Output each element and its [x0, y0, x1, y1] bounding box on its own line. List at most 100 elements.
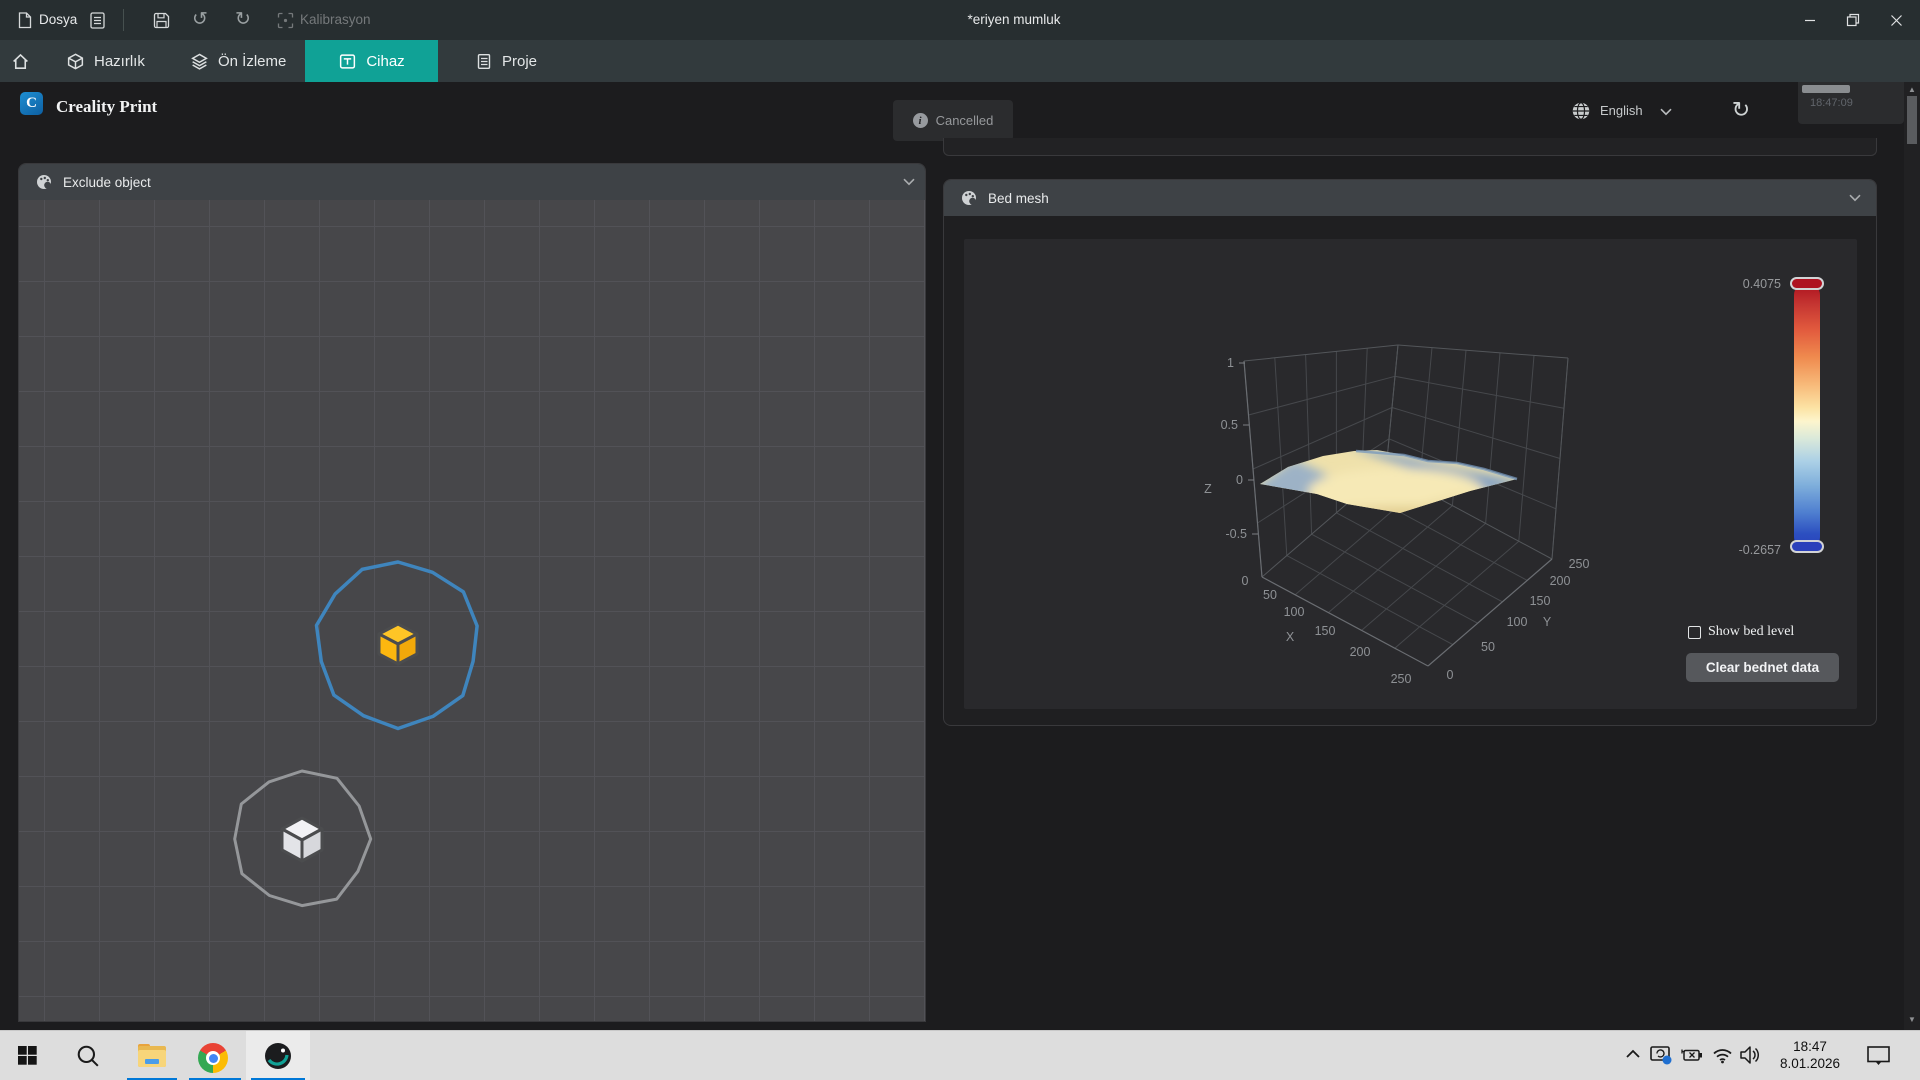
- windows-taskbar: 18:47 8.01.2026: [0, 1030, 1920, 1080]
- svg-text:150: 150: [1530, 594, 1551, 608]
- document-title: *eriyen mumluk: [967, 0, 1060, 40]
- tab-proje[interactable]: Proje: [475, 40, 537, 82]
- tray-speaker-icon[interactable]: [1739, 1045, 1761, 1065]
- search-icon[interactable]: [76, 1044, 100, 1068]
- globe-icon: [1571, 101, 1591, 121]
- taskbar-clock[interactable]: 18:47 8.01.2026: [1770, 1035, 1850, 1077]
- redo-icon[interactable]: ↻: [228, 0, 258, 40]
- chrome-icon[interactable]: [198, 1043, 228, 1073]
- svg-text:150: 150: [1315, 624, 1336, 638]
- tab-label: Hazırlık: [94, 53, 145, 70]
- panel-title: Bed mesh: [988, 191, 1049, 206]
- colorbar-max-label: 0.4075: [1701, 277, 1781, 291]
- info-icon: i: [913, 113, 928, 128]
- taskbar-time: 18:47: [1770, 1038, 1850, 1055]
- svg-text:200: 200: [1350, 645, 1371, 659]
- log-scroll-thumb: [1802, 85, 1850, 93]
- colorbar-min-cap: [1790, 540, 1824, 553]
- palette-icon: [35, 173, 53, 191]
- svg-text:0: 0: [1242, 574, 1249, 588]
- log-panel-stub: 18:47:09: [1798, 82, 1904, 124]
- scroll-up-icon[interactable]: ▲: [1904, 85, 1920, 94]
- tray-display-sync-icon[interactable]: [1650, 1045, 1674, 1067]
- panel-title: Exclude object: [63, 175, 151, 190]
- object-marker[interactable]: [235, 771, 371, 906]
- chevron-down-icon[interactable]: [1849, 194, 1861, 202]
- tab-hazirlik[interactable]: Hazırlık: [66, 40, 145, 82]
- svg-text:200: 200: [1550, 574, 1571, 588]
- colorbar-max-cap: [1790, 277, 1824, 290]
- chevron-down-icon[interactable]: [903, 178, 915, 186]
- recent-list-icon[interactable]: [90, 12, 105, 29]
- show-bed-level-checkbox[interactable]: [1688, 626, 1701, 639]
- svg-text:250: 250: [1569, 557, 1590, 571]
- start-button-icon[interactable]: [18, 1046, 37, 1065]
- svg-text:X: X: [1286, 630, 1295, 644]
- action-center-icon[interactable]: [1867, 1046, 1891, 1066]
- tray-wifi-icon[interactable]: [1712, 1047, 1733, 1064]
- svg-text:0.5: 0.5: [1221, 418, 1238, 432]
- home-icon: [11, 52, 30, 71]
- clear-bednet-data-button[interactable]: Clear bednet data: [1686, 653, 1839, 682]
- show-bed-level-row: Show bed level: [1688, 624, 1794, 640]
- creality-print-icon: [264, 1042, 292, 1070]
- toast-message: Cancelled: [936, 113, 994, 128]
- calibration-icon: [277, 12, 294, 29]
- close-icon: [1890, 14, 1903, 27]
- vertical-scrollbar[interactable]: ▲ ▼: [1904, 82, 1920, 1030]
- object-marker-selected[interactable]: [317, 562, 478, 729]
- tab-home[interactable]: [11, 40, 30, 82]
- svg-text:0: 0: [1236, 473, 1243, 487]
- exclude-object-canvas: [19, 200, 925, 1021]
- language-selector[interactable]: English: [1600, 103, 1643, 118]
- refresh-icon[interactable]: ↻: [1726, 93, 1756, 127]
- minimize-icon: [1804, 14, 1816, 26]
- app-name: Creality Print: [56, 97, 157, 117]
- project-list-icon: [475, 52, 493, 71]
- tray-chevron-up-icon[interactable]: [1625, 1049, 1641, 1059]
- svg-text:250: 250: [1391, 672, 1412, 686]
- taskbar-date: 8.01.2026: [1770, 1055, 1850, 1072]
- restore-button[interactable]: [1830, 0, 1876, 40]
- app-window: Dosya ↺ ↻ Kalibrasyon *eriyen mumluk: [0, 0, 1920, 1080]
- surface-mesh: [1252, 445, 1526, 519]
- svg-text:Y: Y: [1543, 615, 1552, 629]
- printer-icon: [338, 52, 357, 71]
- tray-battery-icon[interactable]: [1681, 1048, 1704, 1063]
- close-button[interactable]: [1873, 0, 1919, 40]
- file-menu[interactable]: Dosya: [39, 0, 77, 40]
- scroll-down-icon[interactable]: ▼: [1904, 1015, 1920, 1024]
- log-time: 18:47:09: [1810, 97, 1853, 109]
- status-toast: i Cancelled: [893, 100, 1013, 141]
- main-tabbar: Hazırlık Ön İzleme Cihaz Proje: [0, 40, 1920, 82]
- bed-mesh-panel: Bed mesh: [943, 179, 1877, 726]
- build-plate-grid: [19, 200, 925, 1021]
- titlebar: Dosya ↺ ↻ Kalibrasyon *eriyen mumluk: [0, 0, 1920, 40]
- layers-icon: [190, 52, 209, 71]
- palette-icon: [960, 189, 978, 207]
- creality-taskbar-cell[interactable]: [246, 1031, 310, 1080]
- calibration-menu[interactable]: Kalibrasyon: [300, 0, 371, 40]
- svg-text:1: 1: [1227, 356, 1234, 370]
- minimize-button[interactable]: [1787, 0, 1833, 40]
- scrollbar-thumb[interactable]: [1907, 96, 1917, 144]
- chart-axis-labels: 10.50-0.5050100150200250050100150200250X…: [1204, 356, 1589, 686]
- file-explorer-icon[interactable]: [137, 1042, 167, 1069]
- undo-icon[interactable]: ↺: [185, 0, 215, 40]
- svg-text:Z: Z: [1204, 482, 1212, 496]
- chevron-down-icon[interactable]: [1660, 108, 1672, 116]
- bed-mesh-header[interactable]: Bed mesh: [944, 180, 1876, 216]
- save-icon[interactable]: [153, 12, 170, 29]
- show-bed-level-label: Show bed level: [1708, 624, 1794, 640]
- colorbar-min-label: -0.2657: [1696, 543, 1781, 557]
- svg-text:100: 100: [1284, 605, 1305, 619]
- tab-cihaz[interactable]: Cihaz: [305, 40, 438, 82]
- tab-label: Ön İzleme: [218, 53, 286, 70]
- tab-on-izleme[interactable]: Ön İzleme: [190, 40, 286, 82]
- creality-logo: C: [20, 92, 43, 115]
- svg-text:50: 50: [1263, 588, 1277, 602]
- tab-label: Cihaz: [366, 53, 404, 70]
- exclude-object-header[interactable]: Exclude object: [19, 164, 925, 200]
- collapsed-panel-stub: [943, 138, 1877, 156]
- tab-label: Proje: [502, 53, 537, 70]
